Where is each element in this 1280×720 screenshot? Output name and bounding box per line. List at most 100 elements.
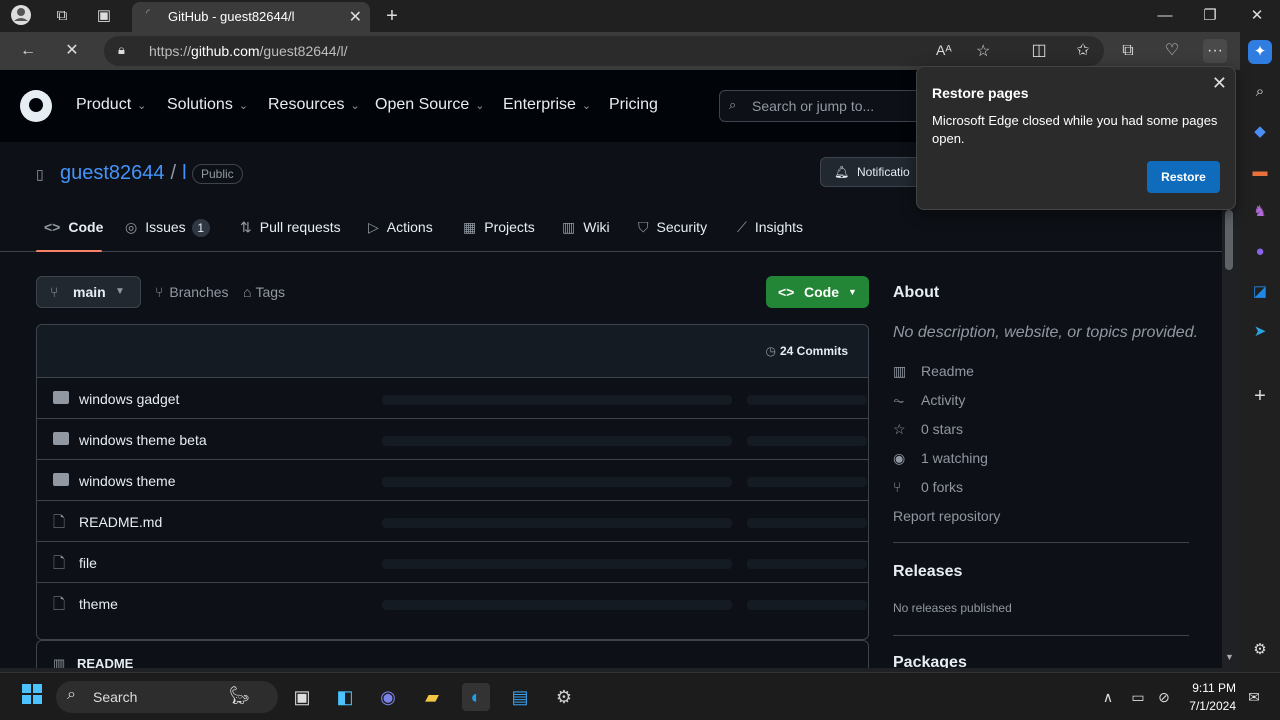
more-options-icon[interactable]: ··· [1203,39,1227,63]
add-sidebar-app-icon[interactable]: + [1248,384,1272,408]
code-button[interactable]: <> Code ▼ [766,276,869,308]
commits-link[interactable]: ◷ 24 Commits [765,344,848,358]
teams-chat-icon[interactable]: ◉ [374,683,402,711]
file-name[interactable]: file [79,555,97,571]
tags-link[interactable]: ⌂ Tags [243,284,285,300]
url-field[interactable]: 🔒︎ https://github.com/guest82644/l/ Aᴬ ☆ [104,36,1104,66]
stars-link[interactable]: ☆ 0 stars [893,421,963,438]
file-row[interactable]: 🗋︎ README.md [37,501,868,542]
branch-select-button[interactable]: ⑂ main ▼ [36,276,141,308]
outlook-icon[interactable]: ◪ [1248,280,1272,304]
taskbar-search[interactable]: ⌕ Search 🦕︎ [56,681,278,713]
restore-button[interactable]: Restore [1147,161,1220,193]
report-repository-link[interactable]: Report repository [893,508,1000,524]
search-icon[interactable]: ⌕ [1248,80,1272,104]
network-icon[interactable]: ▭ [1124,683,1152,711]
tab-wiki[interactable]: ▥ Wiki [562,219,610,236]
repo-name-link[interactable]: l [182,162,186,184]
tab-actions-icon[interactable]: ▣ [92,4,116,28]
clock-time[interactable]: 9:11 PM [1180,681,1236,695]
browser-tab[interactable]: ◜ GitHub - guest82644/l ✕ [132,2,370,32]
file-row[interactable]: windows theme [37,460,868,501]
tab-code[interactable]: <> Code [44,219,103,235]
new-tab-icon[interactable]: + [380,4,404,28]
book-icon: ▥ [53,656,66,668]
favorite-star-icon[interactable]: ☆ [976,41,990,61]
restore-window-icon[interactable]: ❐ [1198,4,1222,28]
nav-resources[interactable]: Resources ⌄ [268,96,360,114]
tab-security[interactable]: ⛉ Security [638,219,707,236]
chevron-down-icon: ⌄ [350,100,360,112]
tab-issues[interactable]: ◎ Issues 1 [125,219,210,237]
drop-icon[interactable]: ➤ [1248,320,1272,344]
file-name[interactable]: README.md [79,514,162,530]
file-name[interactable]: windows theme beta [79,432,207,448]
file-row[interactable]: windows gadget [37,378,868,419]
split-screen-icon[interactable]: ◫ [1027,39,1051,63]
file-name[interactable]: windows gadget [79,391,179,407]
repo-owner-link[interactable]: guest82644 [60,162,165,184]
collections-icon[interactable]: ⧉ [1116,39,1140,63]
nav-pricing[interactable]: Pricing [609,96,658,114]
forks-link[interactable]: ⑂ 0 forks [893,479,963,495]
settings-icon[interactable]: ⚙ [550,683,578,711]
store-icon[interactable]: ▤ [506,683,534,711]
browser-essentials-icon[interactable]: ♡ [1160,39,1184,63]
read-aloud-icon[interactable]: Aᴬ [936,42,952,58]
tools-icon[interactable]: ▬ [1248,160,1272,184]
tab-pull-requests[interactable]: ⇅ Pull requests [240,219,341,236]
close-tab-icon[interactable]: ✕ [349,7,362,27]
packages-heading[interactable]: Packages [893,654,967,668]
search-input[interactable]: ⌕ Search or jump to... [719,90,939,122]
tab-insights[interactable]: ⟋ Insights [737,219,803,236]
start-icon[interactable] [18,683,46,711]
branches-link[interactable]: ⑂ Branches [155,284,229,300]
releases-heading[interactable]: Releases [893,563,962,581]
file-row[interactable]: 🗋︎ theme [37,583,868,624]
close-icon[interactable]: ✕ [1212,73,1227,94]
file-name[interactable]: windows theme [79,473,176,489]
task-view-icon[interactable]: ▣ [288,683,316,711]
back-icon[interactable]: ← [16,39,40,63]
activity-link[interactable]: ⏦ Activity [893,392,965,409]
file-name[interactable]: theme [79,596,118,612]
lock-icon[interactable]: 🔒︎ [118,42,125,58]
sidebar-settings-icon[interactable]: ⚙ [1248,638,1272,662]
scroll-down-icon[interactable]: ▼ [1225,652,1234,662]
notifications-icon[interactable]: ✉ [1240,683,1268,711]
volume-icon[interactable]: ⊘ [1150,683,1178,711]
notifications-button[interactable]: 🔔︎ Notificatio [820,157,930,187]
restore-pages-popup: Restore pages ✕ Microsoft Edge closed wh… [916,66,1236,210]
readme-link[interactable]: ▥ Readme [893,363,974,380]
scrollbar-thumb[interactable] [1225,210,1233,270]
minimize-icon[interactable]: — [1153,4,1177,28]
readme-heading[interactable]: README [77,656,133,668]
edge-icon[interactable]: ◐ [462,683,490,711]
chevron-down-icon: ⌄ [475,100,485,112]
workspaces-icon[interactable]: ⧉ [50,4,74,28]
file-row[interactable]: windows theme beta [37,419,868,460]
copilot-icon[interactable]: ✦ [1248,40,1272,64]
widgets-icon[interactable]: ◧ [331,683,359,711]
clock-date[interactable]: 7/1/2024 [1180,699,1236,713]
chevron-down-icon: ⌄ [581,100,592,112]
nav-open-source[interactable]: Open Source ⌄ [375,96,485,114]
watching-link[interactable]: ◉ 1 watching [893,450,988,467]
microsoft365-icon[interactable]: ● [1248,240,1272,264]
favorites-icon[interactable]: ✩ [1071,39,1095,63]
file-row[interactable]: 🗋︎ file [37,542,868,583]
file-explorer-icon[interactable]: ▰ [418,683,446,711]
close-window-icon[interactable]: ✕ [1245,4,1269,28]
nav-solutions[interactable]: Solutions ⌄ [167,96,248,114]
shopping-icon[interactable]: ◆ [1248,120,1272,144]
tab-projects[interactable]: ▦ Projects [463,219,535,236]
tab-actions[interactable]: ▷ Actions [368,219,433,236]
nav-enterprise[interactable]: Enterprise ⌄ [503,96,591,114]
show-hidden-icons-icon[interactable]: ∧ [1094,683,1122,711]
nav-product[interactable]: Product ⌄ [76,96,146,114]
github-logo-icon[interactable] [20,90,52,122]
profile-icon[interactable] [9,4,33,28]
book-icon: ▥ [893,363,907,379]
stop-loading-icon[interactable]: ✕ [60,39,84,63]
games-icon[interactable]: ♞ [1248,200,1272,224]
